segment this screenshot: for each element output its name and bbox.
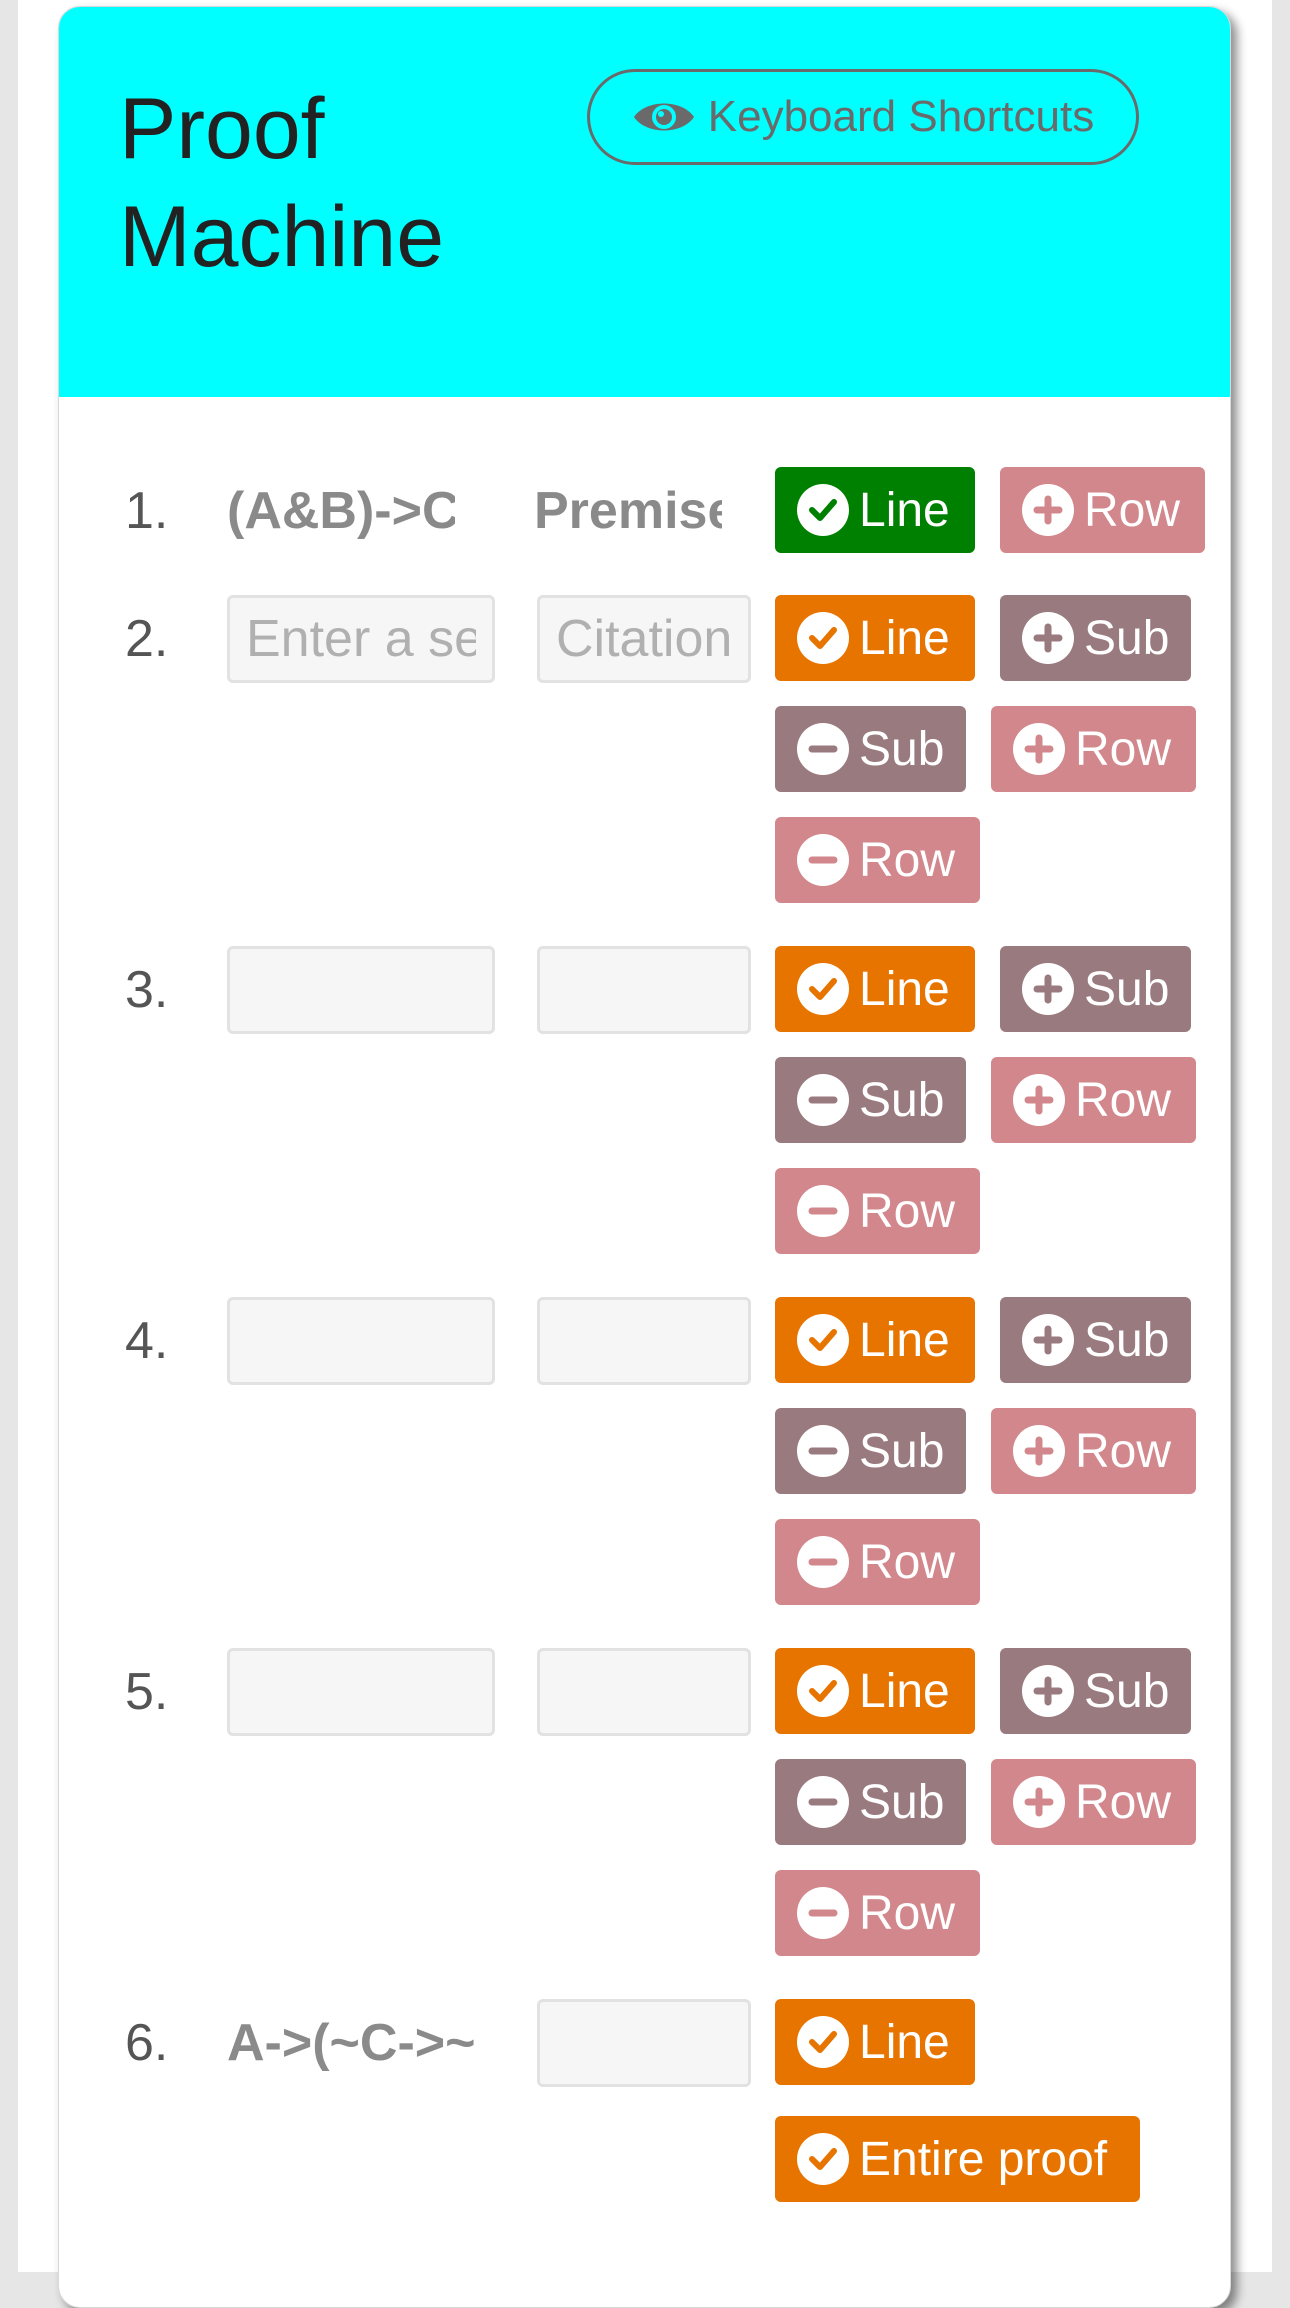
- add-row-label: Row: [1075, 722, 1172, 776]
- add-row-label: Row: [1075, 1424, 1172, 1478]
- sentence-text: (A&B)->C: [227, 482, 455, 540]
- keyboard-shortcuts-label: Keyboard Shortcuts: [707, 92, 1095, 141]
- plus-circle-icon: [1013, 1074, 1065, 1126]
- check-line-button[interactable]: Line: [775, 946, 975, 1032]
- minus-circle-icon: [797, 1536, 849, 1588]
- remove-row-button[interactable]: Row: [775, 1168, 980, 1254]
- minus-circle-icon: [797, 723, 849, 775]
- check-line-label: Line: [859, 1313, 950, 1367]
- sentence-text: A->(~C->~B): [227, 2014, 475, 2072]
- check-line-label: Line: [859, 962, 950, 1016]
- remove-row-button[interactable]: Row: [775, 1519, 980, 1605]
- add-row-label: Row: [1075, 1073, 1172, 1127]
- check-circle-icon: [797, 484, 849, 536]
- remove-sub-label: Sub: [859, 1073, 945, 1127]
- add-row-label: Row: [1084, 483, 1181, 537]
- plus-circle-icon: [1022, 963, 1074, 1015]
- citation-input[interactable]: [537, 1648, 751, 1736]
- remove-sub-label: Sub: [859, 1775, 945, 1829]
- minus-circle-icon: [797, 1425, 849, 1477]
- check-line-label: Line: [859, 483, 950, 537]
- keyboard-shortcuts-button[interactable]: Keyboard Shortcuts: [587, 69, 1139, 165]
- remove-row-label: Row: [859, 833, 956, 887]
- check-entire-proof-button[interactable]: Entire proof: [775, 2116, 1140, 2202]
- check-line-button[interactable]: Line: [775, 595, 975, 681]
- minus-circle-icon: [797, 834, 849, 886]
- add-sub-label: Sub: [1084, 611, 1170, 665]
- line-number: 6.: [125, 2014, 169, 2072]
- add-row-label: Row: [1075, 1775, 1172, 1829]
- minus-circle-icon: [797, 1185, 849, 1237]
- eye-icon: [633, 103, 694, 131]
- add-row-button[interactable]: Row: [991, 1057, 1196, 1143]
- plus-circle-icon: [1022, 484, 1074, 536]
- page-title: Proof Machine: [119, 81, 445, 285]
- check-line-button[interactable]: Line: [775, 467, 975, 553]
- add-sub-button[interactable]: Sub: [1000, 1648, 1191, 1734]
- check-line-button[interactable]: Line: [775, 1999, 975, 2085]
- sentence-input[interactable]: [227, 1297, 495, 1385]
- line-number: 3.: [125, 961, 169, 1019]
- add-sub-label: Sub: [1084, 1313, 1170, 1367]
- proof-card: Proof Machine Keyboard Shortcuts 1. (A&B…: [58, 6, 1231, 2308]
- line-number: 1.: [125, 482, 169, 540]
- citation-input[interactable]: [537, 1297, 751, 1385]
- minus-circle-icon: [797, 1887, 849, 1939]
- check-circle-icon: [797, 1314, 849, 1366]
- check-line-button[interactable]: Line: [775, 1297, 975, 1383]
- plus-circle-icon: [1022, 1665, 1074, 1717]
- check-circle-icon: [797, 2133, 849, 2185]
- remove-sub-label: Sub: [859, 1424, 945, 1478]
- check-line-label: Line: [859, 1664, 950, 1718]
- add-sub-button[interactable]: Sub: [1000, 1297, 1191, 1383]
- sentence-input[interactable]: [227, 595, 495, 683]
- remove-sub-button[interactable]: Sub: [775, 1057, 966, 1143]
- plus-circle-icon: [1013, 1776, 1065, 1828]
- remove-sub-button[interactable]: Sub: [775, 1408, 966, 1494]
- check-circle-icon: [797, 963, 849, 1015]
- add-row-button[interactable]: Row: [991, 1759, 1196, 1845]
- remove-row-button[interactable]: Row: [775, 1870, 980, 1956]
- plus-circle-icon: [1022, 612, 1074, 664]
- citation-text: Premise: [534, 482, 722, 540]
- remove-sub-button[interactable]: Sub: [775, 706, 966, 792]
- citation-input[interactable]: [537, 946, 751, 1034]
- line-number: 2.: [125, 610, 169, 668]
- add-sub-label: Sub: [1084, 1664, 1170, 1718]
- citation-input[interactable]: [537, 1999, 751, 2087]
- sentence-input[interactable]: [227, 1648, 495, 1736]
- line-number: 4.: [125, 1312, 169, 1370]
- remove-sub-label: Sub: [859, 722, 945, 776]
- remove-row-label: Row: [859, 1886, 956, 1940]
- add-sub-label: Sub: [1084, 962, 1170, 1016]
- check-line-button[interactable]: Line: [775, 1648, 975, 1734]
- add-row-button[interactable]: Row: [1000, 467, 1205, 553]
- citation-input[interactable]: [537, 595, 751, 683]
- header: Proof Machine Keyboard Shortcuts: [59, 7, 1230, 397]
- add-sub-button[interactable]: Sub: [1000, 946, 1191, 1032]
- check-line-label: Line: [859, 2015, 950, 2069]
- remove-row-label: Row: [859, 1535, 956, 1589]
- add-row-button[interactable]: Row: [991, 1408, 1196, 1494]
- plus-circle-icon: [1022, 1314, 1074, 1366]
- minus-circle-icon: [797, 1074, 849, 1126]
- line-number: 5.: [125, 1663, 169, 1721]
- add-row-button[interactable]: Row: [991, 706, 1196, 792]
- remove-row-button[interactable]: Row: [775, 817, 980, 903]
- check-circle-icon: [797, 2016, 849, 2068]
- add-sub-button[interactable]: Sub: [1000, 595, 1191, 681]
- check-circle-icon: [797, 1665, 849, 1717]
- minus-circle-icon: [797, 1776, 849, 1828]
- page-background: Proof Machine Keyboard Shortcuts 1. (A&B…: [18, 0, 1272, 2308]
- plus-circle-icon: [1013, 723, 1065, 775]
- check-entire-proof-label: Entire proof: [859, 2132, 1108, 2186]
- check-circle-icon: [797, 612, 849, 664]
- plus-circle-icon: [1013, 1425, 1065, 1477]
- remove-row-label: Row: [859, 1184, 956, 1238]
- check-line-label: Line: [859, 611, 950, 665]
- remove-sub-button[interactable]: Sub: [775, 1759, 966, 1845]
- sentence-input[interactable]: [227, 946, 495, 1034]
